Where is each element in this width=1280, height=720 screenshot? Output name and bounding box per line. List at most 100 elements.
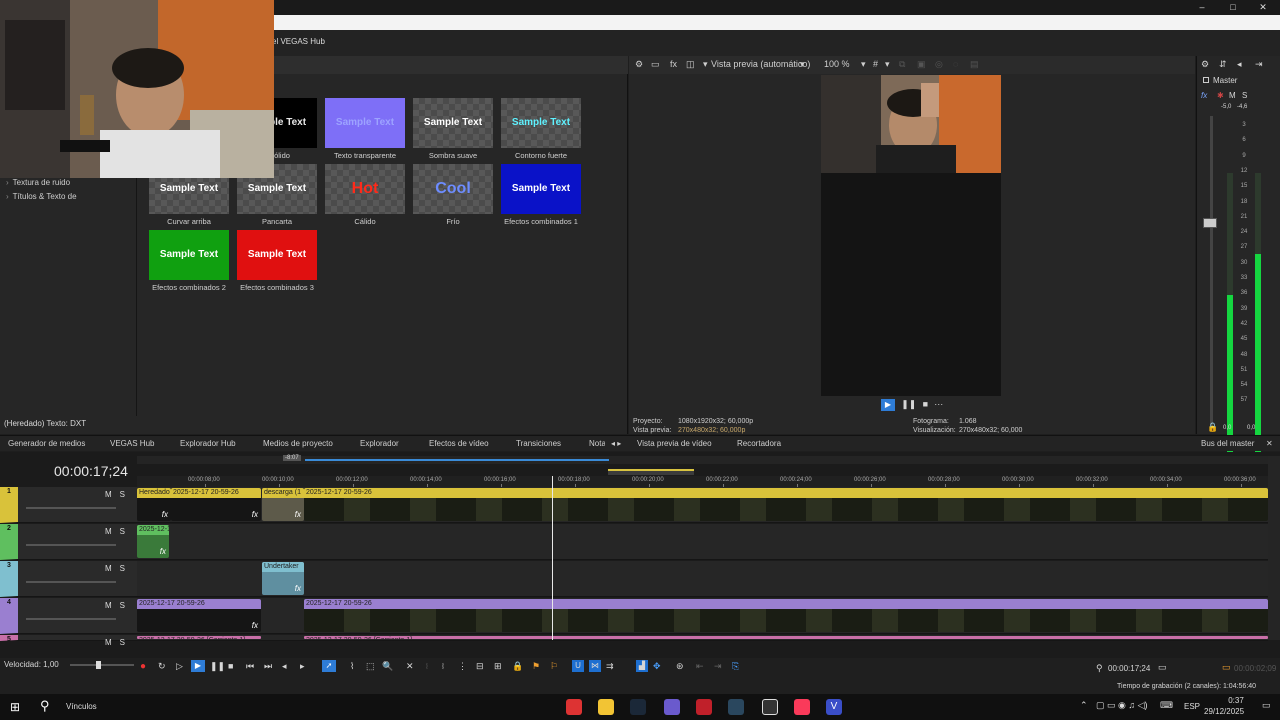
track-header[interactable]: 3 MS [0,561,137,597]
external-monitor-icon[interactable]: ▭ [651,59,660,70]
grid-icon[interactable]: # [873,59,878,69]
preset-item[interactable]: Sample Text Sombra suave [413,98,493,160]
track-lane[interactable]: Heredado fx 2025-12-17 20-59-26 fx descarga … [137,487,1268,523]
timeline-clip[interactable]: descarga (1 fx [262,488,304,521]
go-to-end-icon[interactable]: ⏭ [264,661,272,672]
minimize-button[interactable]: – [1194,1,1210,13]
timeline-clip[interactable]: Heredado fx [137,488,171,521]
save-frame-icon[interactable]: ▣ [917,59,926,70]
overlay-icon[interactable]: ◎ [935,59,943,70]
track-header[interactable]: 5 MS [0,635,137,647]
dropdown-arrow-icon[interactable]: ▾ [800,59,805,70]
tab-video-preview[interactable]: Vista previa de vídeo [637,439,712,448]
timeline-clip[interactable]: 2025-12-17 20-59-26 fx [137,599,261,632]
prev-frame-icon[interactable]: ◂ [282,661,287,672]
pause-icon[interactable]: ❚❚ [210,661,225,672]
go-to-start-icon[interactable]: ⏮ [246,661,254,672]
tree-item-noise[interactable]: › Textura de ruido [6,178,70,187]
mute-solo-buttons[interactable]: MS [105,638,125,647]
pan-crop-icon[interactable]: ✥ [653,661,661,672]
overview-bar[interactable]: -8:07 [137,455,1268,464]
record-icon[interactable]: ● [140,661,146,672]
split-icon[interactable]: ◫ [686,59,695,70]
solo-button[interactable]: S [120,527,125,536]
clock-date[interactable]: 29/12/2025 [1204,707,1244,716]
preset-item[interactable]: Sample Text Efectos combinados 2 [149,230,229,292]
play-from-start-icon[interactable]: ▷ [176,661,183,672]
zoom-tool-icon[interactable]: 🔍 [382,661,393,672]
trim-start-icon[interactable]: ⧘ [426,661,428,672]
ripple-left-icon[interactable]: ⇤ [696,661,704,672]
track-level-slider[interactable] [26,544,116,546]
solo-button[interactable]: S [120,564,125,573]
stop-icon[interactable]: ■ [228,661,233,671]
tab-hub-explorer[interactable]: Explorador Hub [180,439,236,448]
dropdown-arrow-icon[interactable]: ▾ [703,59,708,70]
speaker-icon[interactable]: ◂ [1237,59,1242,70]
timeline-clip[interactable]: 2025-12-17 20-59-26 [304,488,1268,521]
track-level-slider[interactable] [26,507,116,509]
app-icon[interactable] [696,699,712,715]
search-icon[interactable]: ⚲ [40,698,50,714]
next-frame-icon[interactable]: ▸ [300,661,305,672]
vertical-scrollbar[interactable] [1268,456,1280,640]
overview-viewport[interactable] [305,459,609,461]
loop-icon[interactable]: ↻ [158,661,166,672]
tab-notes[interactable]: Nota [589,439,605,448]
selection-length-icon[interactable]: ▭ [1158,662,1167,673]
timeline-clip[interactable]: 2025-12-17 20-59-26 [Corriente 1] [304,636,1268,639]
loop-region[interactable] [608,469,694,475]
speed-slider-thumb[interactable] [96,661,101,669]
close-icon[interactable]: ✕ [1266,439,1273,448]
clock-time[interactable]: 0:37 [1218,696,1254,705]
master-solo-button[interactable]: S [1242,91,1247,100]
ignore-grouping-icon[interactable]: ⊞ [494,661,502,672]
solo-button[interactable]: S [120,490,125,499]
mute-button[interactable]: M [105,601,112,610]
clip-fx-button[interactable]: fx [295,510,301,519]
tray-chevron-icon[interactable]: ⌃ [1080,700,1088,711]
track-header[interactable]: 4 MS [0,598,137,634]
auto-crossfade-icon[interactable]: ⋈ [589,660,601,672]
tray-icons[interactable]: ▢ ▭ ◉ ♫ ◁) [1096,700,1148,711]
timeline-clip[interactable]: 2025-12-1 fx [137,525,169,558]
tab-video-fx[interactable]: Efectos de vídeo [429,439,489,448]
tab-trimmer[interactable]: Recortadora [737,439,781,448]
snapping-icon[interactable]: U [572,660,584,672]
tab-explorer[interactable]: Explorador [360,439,399,448]
preset-item[interactable]: Sample Text Texto transparente [325,98,405,160]
chrome-icon[interactable] [566,699,582,715]
timeline-clip[interactable]: Undertaker fx [262,562,304,595]
master-fx-button[interactable]: fx [1201,91,1207,100]
motion-icon[interactable]: ⊛ [676,661,684,672]
close-button[interactable]: ✕ [1255,1,1271,13]
trim-icon[interactable]: ⊟ [476,661,484,672]
preset-item[interactable]: Sample Text Efectos combinados 3 [237,230,317,292]
dropdown-arrow-icon[interactable]: ▾ [885,59,890,70]
timeline-clip[interactable]: 2025-12-17 20-59-26 [Corriente 1] [137,636,261,639]
split-icon[interactable]: ⋮ [458,661,467,672]
pause-icon[interactable]: ❚❚ [901,399,916,409]
tab-media-generator[interactable]: Generador de medios [8,439,85,448]
maximize-button[interactable]: □ [1225,1,1241,13]
mute-button[interactable]: M [105,527,112,536]
notification-icon[interactable]: ▭ [1262,700,1271,711]
playhead[interactable] [552,476,553,640]
selection-tool-icon[interactable]: ⬚ [366,661,375,672]
delete-icon[interactable]: ✕ [406,661,414,672]
mute-solo-buttons[interactable]: MS [105,490,125,499]
vegas-icon[interactable]: V [826,699,842,715]
fx-icon[interactable]: fx [670,59,677,69]
normal-edit-tool-icon[interactable]: ➚ [322,660,336,672]
tab-project-media[interactable]: Medios de proyecto [263,439,333,448]
music-icon[interactable] [794,699,810,715]
track-header[interactable]: 1 MS [0,487,137,523]
mute-solo-buttons[interactable]: MS [105,564,125,573]
track-lane[interactable]: 2025-12-17 20-59-26 [Corriente 1] 2025-12… [137,635,1268,641]
discord-icon[interactable] [664,699,680,715]
more-icon[interactable]: ··· [934,399,943,409]
lock-icon[interactable]: 🔒 [512,661,523,672]
region-icon[interactable]: ⚐ [550,661,558,672]
copy-frame-icon[interactable]: ⧉ [899,59,905,70]
downmix-icon[interactable]: ⇵ [1219,59,1227,70]
